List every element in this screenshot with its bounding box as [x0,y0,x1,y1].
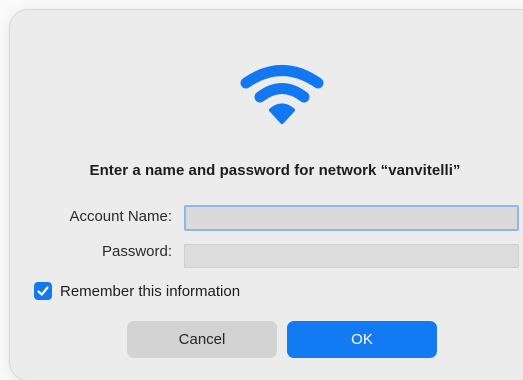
wifi-icon [238,62,326,124]
ok-button[interactable]: OK [287,321,437,358]
dialog-title: Enter a name and password for network “v… [89,162,461,179]
remember-checkbox-row[interactable]: Remember this information [34,281,240,301]
remember-label: Remember this information [60,282,241,300]
account-name-label: Account Name: [69,208,172,225]
wifi-login-dialog: Enter a name and password for network “v… [10,10,523,380]
checkmark-icon [37,286,49,296]
cancel-button[interactable]: Cancel [127,321,277,358]
account-name-input[interactable] [184,205,519,231]
remember-checkbox[interactable] [34,282,52,300]
password-label: Password: [101,243,172,260]
password-input[interactable] [184,244,519,268]
